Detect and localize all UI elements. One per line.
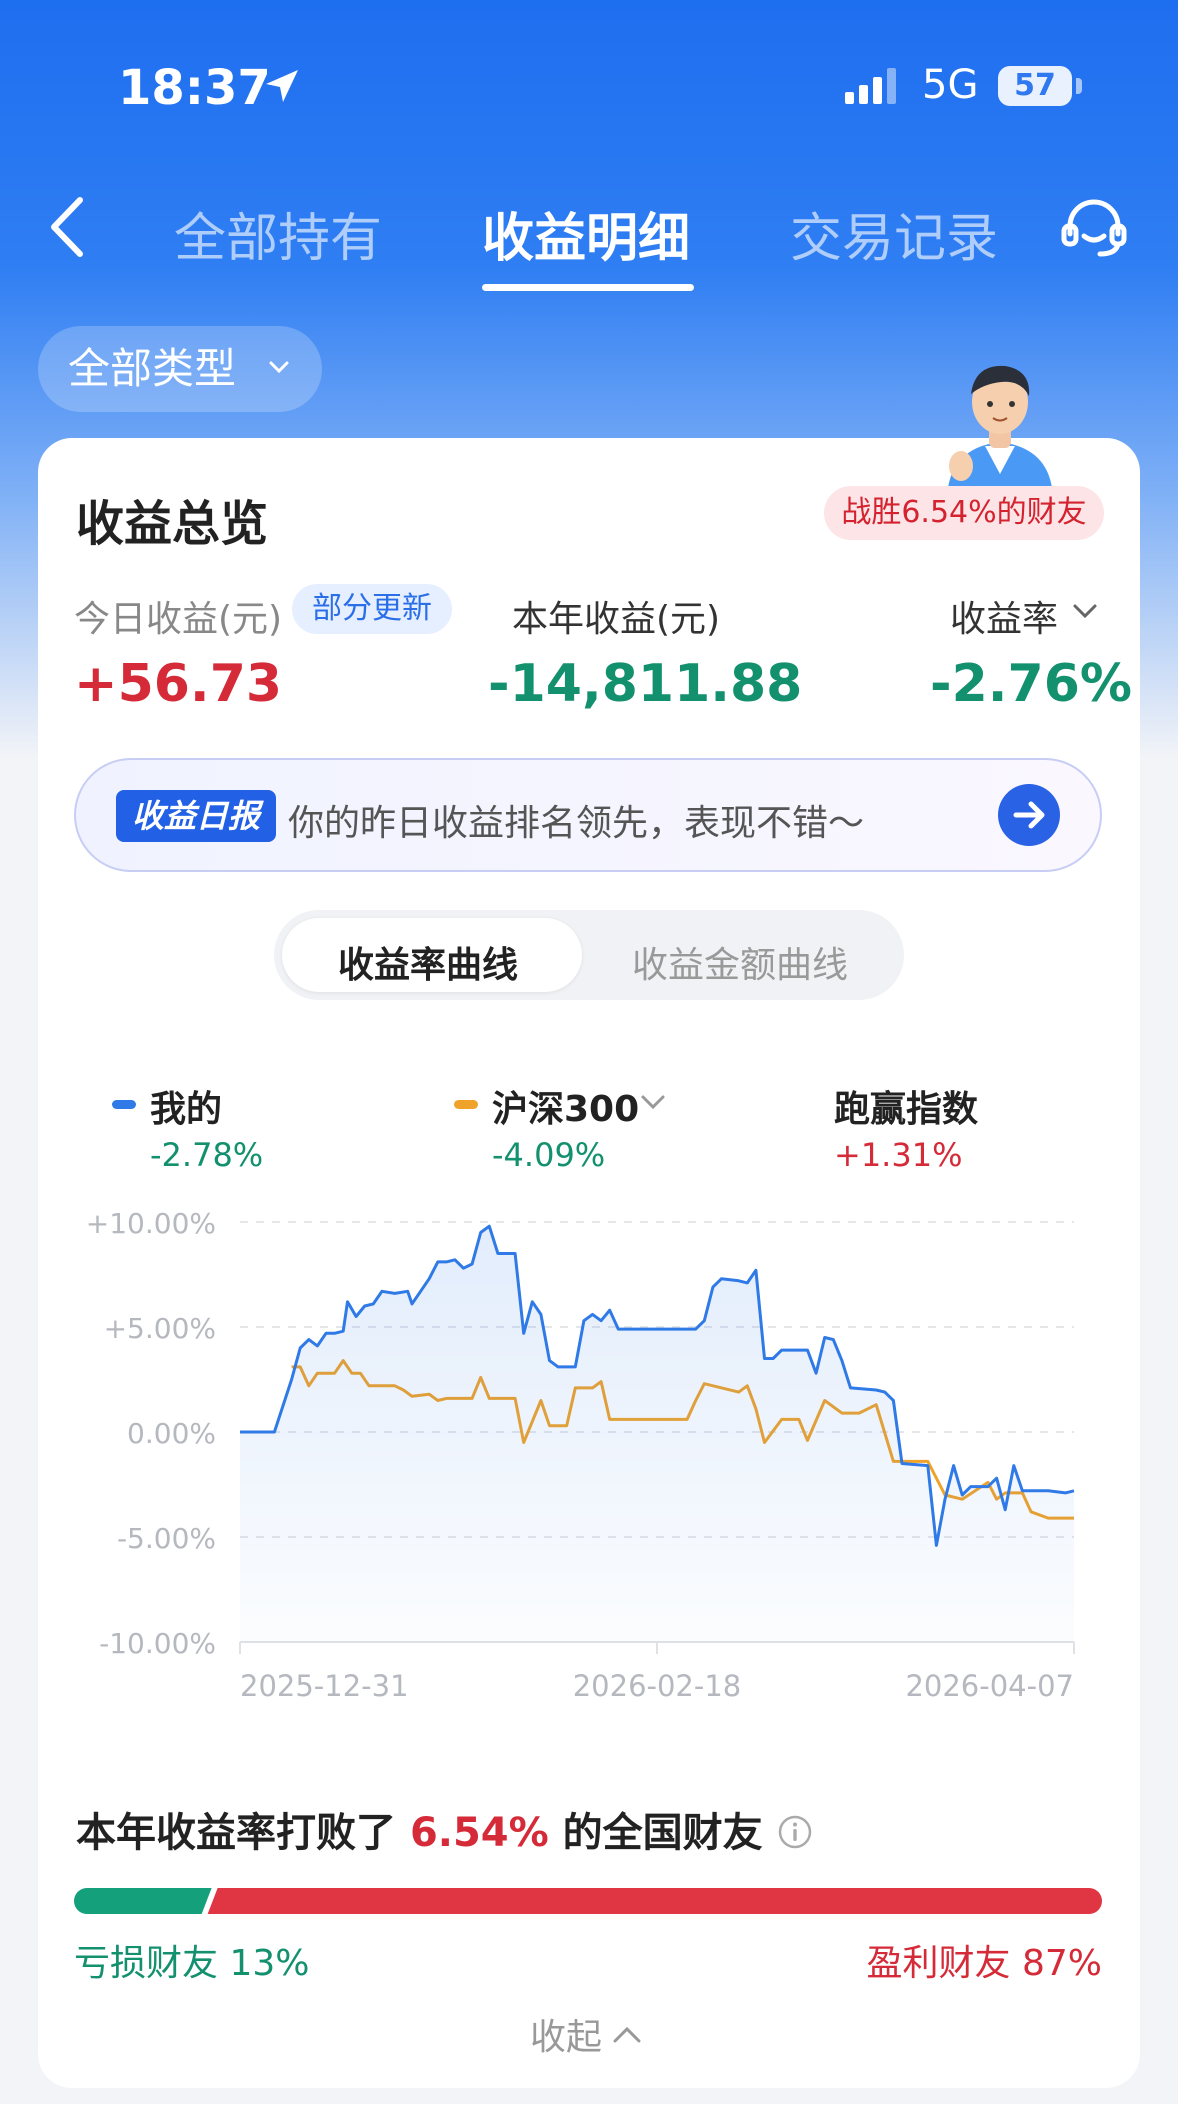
info-icon[interactable] (777, 1814, 813, 1850)
location-arrow-icon (266, 70, 298, 102)
partial-update-badge: 部分更新 (292, 584, 452, 634)
gain-segment (207, 1888, 1102, 1914)
y-tick-label: +10.00% (86, 1207, 216, 1240)
daily-report-tag: 收益日报 (116, 790, 276, 842)
back-chevron-icon[interactable] (44, 194, 88, 260)
x-tick-label: 2026-04-07 (905, 1669, 1074, 1703)
arrow-right-icon (1013, 801, 1045, 829)
mascot-illustration (947, 365, 1053, 498)
gain-peers-pct: 87% (1021, 1943, 1102, 1984)
chevron-up-icon (613, 2026, 641, 2043)
chevron-down-icon[interactable] (1072, 600, 1098, 622)
tab-return-amount-curve[interactable]: 收益金额曲线 (632, 936, 848, 988)
daily-report-text: 你的昨日收益排名领先，表现不错～ (288, 803, 865, 844)
series-area-mine (240, 1226, 1074, 1642)
beat-rank-badge: 战胜6.54%的财友 (824, 486, 1104, 540)
today-earnings-label: 今日收益(元) (74, 599, 283, 640)
overview-title: 收益总览 (76, 496, 269, 552)
battery-tip (1076, 78, 1082, 94)
x-tick-label: 2026-02-18 (573, 1669, 742, 1703)
gain-peers-text: 盈利财友 (866, 1943, 1011, 1984)
y-tick-label: -5.00% (117, 1522, 216, 1555)
y-tick-label: +5.00% (104, 1312, 216, 1345)
status-time: 18:37 (118, 60, 271, 116)
legend-excess-value: +1.31% (834, 1136, 963, 1174)
tab-all-holdings[interactable]: 全部持有 (174, 196, 382, 271)
x-tick-label: 2025-12-31 (240, 1669, 409, 1703)
loss-peers-text: 亏损财友 (74, 1943, 219, 1984)
profit-loss-ratio-bar (74, 1888, 1102, 1914)
legend-mine-value: -2.78% (150, 1136, 264, 1174)
collapse-label: 收起 (530, 2017, 603, 2058)
beat-suffix: 的全国财友 (562, 1810, 763, 1856)
return-rate-value: -2.76% (930, 654, 1132, 714)
beat-summary: 本年收益率打败了 6.54% 的全国财友 (76, 1800, 813, 1858)
tab-return-rate-curve[interactable]: 收益率曲线 (338, 936, 518, 988)
today-earnings-value: +56.73 (74, 654, 283, 714)
active-tab-indicator (482, 284, 694, 291)
tab-transactions[interactable]: 交易记录 (790, 196, 998, 271)
network-type: 5G (922, 62, 979, 108)
type-filter-label: 全部类型 (68, 344, 237, 393)
signal-icon (845, 68, 896, 104)
return-curve-chart[interactable]: +10.00% +5.00% 0.00% -5.00% -10.00% 2025-12-3… (0, 1190, 1178, 1710)
type-filter-dropdown[interactable]: 全部类型 (38, 326, 322, 412)
legend-index-value: -4.09% (492, 1136, 606, 1174)
chevron-down-icon[interactable] (640, 1092, 666, 1112)
headset-icon[interactable] (1060, 196, 1128, 260)
daily-report-go-button[interactable] (998, 784, 1060, 846)
loss-segment (74, 1888, 212, 1914)
y-tick-label: 0.00% (127, 1417, 216, 1450)
gain-peers-label: 盈利财友 87% (867, 1934, 1102, 1986)
tab-earnings-detail[interactable]: 收益明细 (482, 196, 690, 271)
beat-percent: 6.54% (409, 1810, 549, 1856)
return-rate-selector[interactable]: 收益率 (950, 590, 1058, 642)
legend-index-swatch (454, 1100, 478, 1109)
beat-prefix: 本年收益率打败了 (76, 1810, 396, 1856)
legend-mine-name: 我的 (150, 1089, 223, 1130)
legend-mine-swatch (112, 1100, 136, 1109)
collapse-button[interactable]: 收起 (530, 2008, 642, 2060)
legend-index-selector[interactable]: 沪深300 (492, 1080, 639, 1132)
battery-icon: 57 (998, 66, 1072, 106)
y-tick-label: -10.00% (99, 1627, 216, 1660)
loss-peers-pct: 13% (229, 1943, 310, 1984)
legend-excess-name: 跑赢指数 (834, 1089, 979, 1130)
loss-peers-label: 亏损财友 13% (74, 1934, 309, 1986)
year-earnings-value: -14,811.88 (488, 654, 803, 714)
year-earnings-label: 本年收益(元) (512, 599, 721, 640)
chevron-down-icon (269, 361, 289, 374)
